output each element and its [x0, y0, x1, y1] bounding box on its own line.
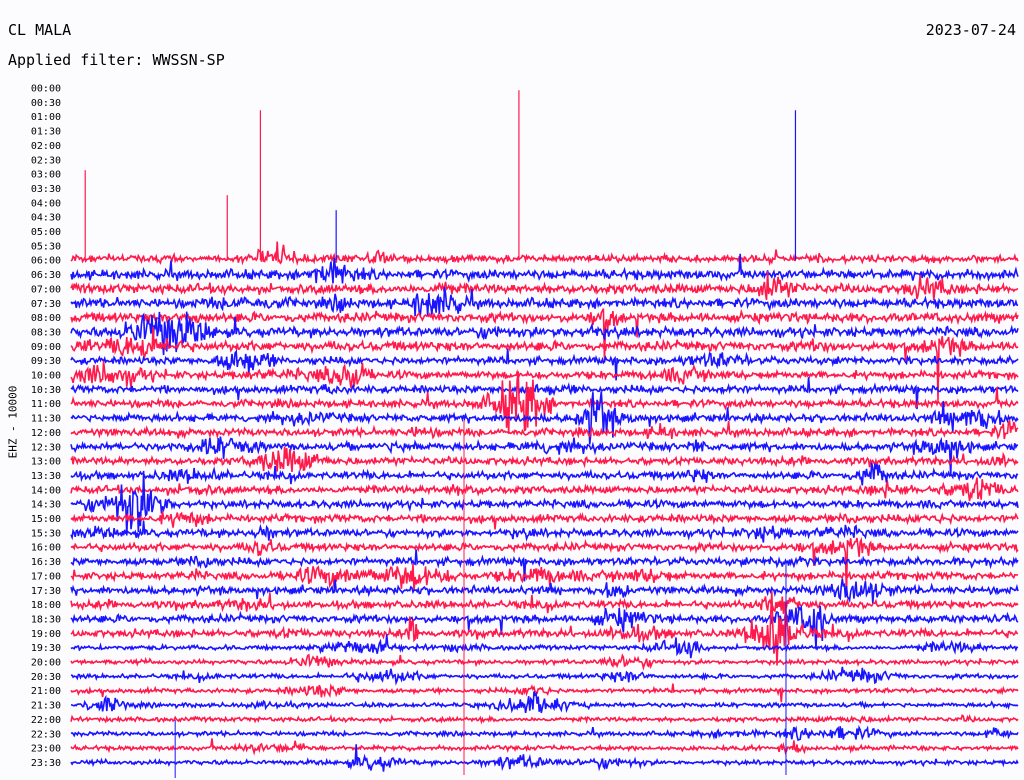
tick-label: 20:00	[31, 658, 61, 669]
tick-label: 05:00	[31, 227, 61, 238]
tick-label: 15:30	[31, 528, 61, 539]
tick-label: 03:00	[31, 170, 61, 181]
tick-label: 12:00	[31, 428, 61, 439]
tick-label: 18:30	[31, 614, 61, 625]
tick-label: 13:00	[31, 457, 61, 468]
tick-label: 03:30	[31, 184, 61, 195]
tick-label: 21:00	[31, 686, 61, 697]
tick-label: 07:00	[31, 284, 61, 295]
trace-line	[70, 604, 1019, 650]
tick-label: 18:00	[31, 600, 61, 611]
tick-label: 09:30	[31, 356, 61, 367]
trace-line	[70, 520, 1019, 543]
tick-label: 21:30	[31, 701, 61, 712]
tick-label: 06:00	[31, 256, 61, 267]
tick-label: 10:00	[31, 371, 61, 382]
tick-label: 16:00	[31, 543, 61, 554]
tick-label: 00:00	[31, 84, 61, 95]
tick-label: 13:30	[31, 471, 61, 482]
tick-label: 02:30	[31, 155, 61, 166]
trace-line	[70, 666, 1019, 686]
trace-line	[70, 510, 1019, 530]
trace-line	[70, 361, 1019, 388]
tick-label: 14:30	[31, 500, 61, 511]
trace-line	[70, 724, 1019, 742]
tick-label: 01:00	[31, 112, 61, 123]
tick-label: 11:00	[31, 399, 61, 410]
tick-label: 07:30	[31, 299, 61, 310]
tick-label: 00:30	[31, 98, 61, 109]
tick-label: 20:30	[31, 672, 61, 683]
tick-label: 08:00	[31, 313, 61, 324]
helicorder-plot: 00:00 00:30 01:00 01:30 02:00 02:30 03:00 03:30…	[31, 84, 1019, 778]
tick-label: 04:30	[31, 213, 61, 224]
tick-label: 19:00	[31, 629, 61, 640]
trace-line	[70, 713, 1019, 725]
trace-line	[70, 653, 1019, 671]
trace-line	[70, 592, 1019, 614]
tick-label: 08:30	[31, 327, 61, 338]
tick-label: 11:30	[31, 414, 61, 425]
tick-label: 19:30	[31, 643, 61, 654]
trace-line	[70, 634, 1019, 659]
tick-label: 16:30	[31, 557, 61, 568]
tick-label: 14:00	[31, 485, 61, 496]
tick-label: 06:30	[31, 270, 61, 281]
trace-line	[70, 738, 1019, 756]
trace-line	[70, 691, 1019, 714]
tick-label: 04:00	[31, 198, 61, 209]
tick-label: 17:00	[31, 571, 61, 582]
trace-line	[70, 477, 1019, 502]
tick-label: 12:30	[31, 442, 61, 453]
time-tick-labels: 00:00 00:30 01:00 01:30 02:00 02:30 03:00 03:30…	[31, 84, 61, 769]
trace-line	[70, 419, 1019, 440]
trace-line	[70, 470, 1019, 536]
tick-label: 23:30	[31, 758, 61, 769]
trace-line	[70, 371, 1019, 434]
tick-label: 02:00	[31, 141, 61, 152]
trace-line	[70, 241, 1019, 267]
tick-label: 22:30	[31, 729, 61, 740]
trace-line	[70, 462, 1019, 486]
tick-label: 05:30	[31, 241, 61, 252]
trace-line	[70, 391, 1019, 445]
tick-label: 23:00	[31, 744, 61, 755]
tick-label: 22:00	[31, 715, 61, 726]
tick-label: 09:00	[31, 342, 61, 353]
tick-label: 15:00	[31, 514, 61, 525]
tick-label: 17:30	[31, 586, 61, 597]
trace-group	[70, 90, 1019, 778]
tick-label: 10:30	[31, 385, 61, 396]
tick-label: 01:30	[31, 127, 61, 138]
